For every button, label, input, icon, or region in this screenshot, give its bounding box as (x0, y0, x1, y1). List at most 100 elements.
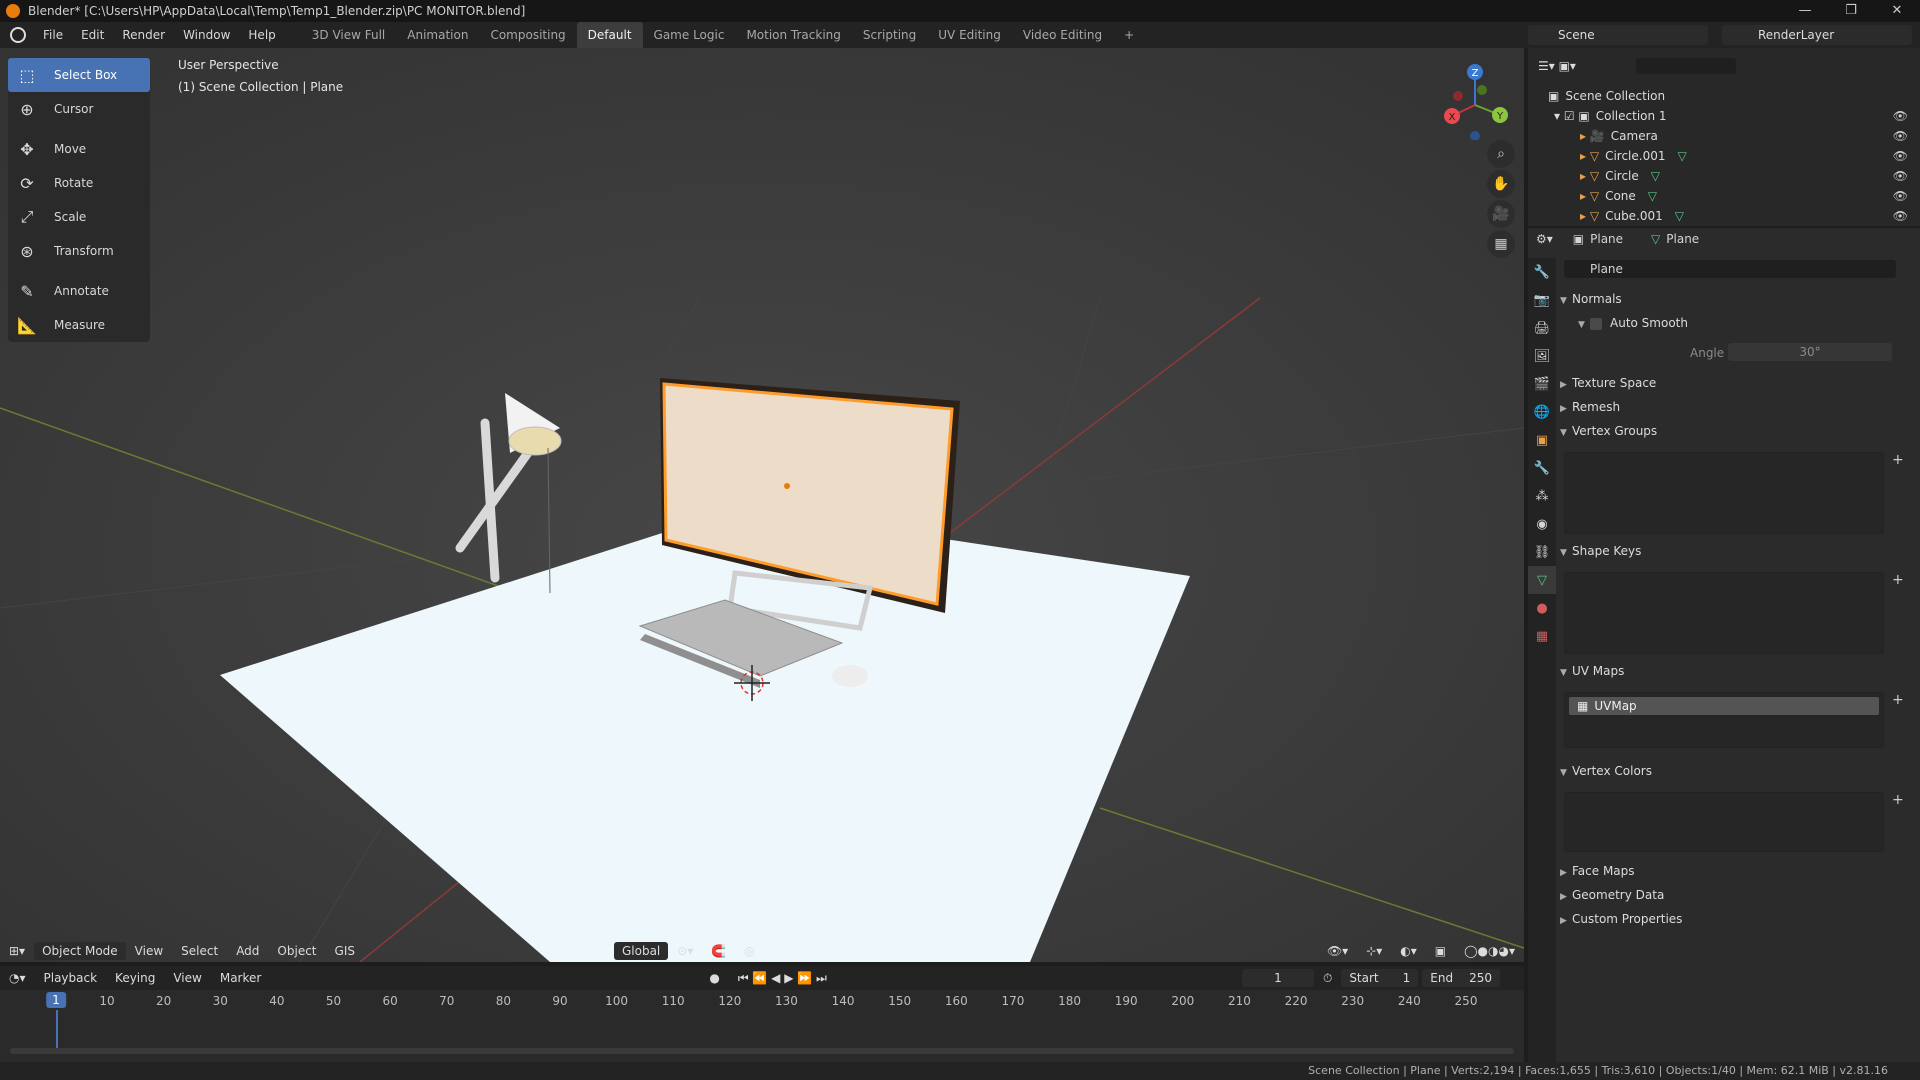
add-shape-key-icon[interactable]: + (1892, 572, 1904, 588)
tab-compositing[interactable]: Compositing (479, 22, 576, 48)
tool-move[interactable]: ✥ Move (8, 132, 150, 166)
eye-icon[interactable]: 👁 (1893, 189, 1908, 203)
record-icon[interactable]: ● (700, 971, 728, 985)
section-texture-space[interactable]: ▶ Texture Space (1560, 376, 1656, 390)
menu-file[interactable]: File (34, 22, 72, 48)
vertex-colors-list[interactable] (1564, 792, 1884, 852)
tab-video-editing[interactable]: Video Editing (1012, 22, 1113, 48)
timeline-editor-icon[interactable]: ◔▾ (0, 971, 35, 985)
proportional-edit-icon[interactable]: ◎ (735, 944, 763, 958)
outliner-collection-1[interactable]: ▾ ☑ ▣ Collection 1 👁 (1528, 106, 1920, 126)
modifier-tab-icon[interactable]: 🔧 (1528, 454, 1556, 482)
pan-hand-icon[interactable]: ✋ (1487, 170, 1515, 198)
tool-rotate[interactable]: ⟳ Rotate (8, 166, 150, 200)
mode-selector[interactable]: Object Mode (34, 942, 126, 960)
section-shape-keys[interactable]: ▼ Shape Keys (1560, 544, 1641, 558)
material-tab-icon[interactable]: ● (1528, 594, 1556, 622)
blender-menu-icon[interactable] (10, 27, 26, 43)
frame-ruler[interactable]: 1 10 20 30 40 50 60 70 80 90 100 110 120 130 140 150 160… (0, 990, 1524, 1014)
tool-annotate[interactable]: ✎ Annotate (8, 274, 150, 308)
section-custom-properties[interactable]: ▶ Custom Properties (1560, 912, 1682, 926)
expand-icon[interactable]: ▾ ☑ ▣ (1554, 109, 1590, 123)
section-vertex-groups[interactable]: ▼ Vertex Groups (1560, 424, 1657, 438)
section-normals[interactable]: ▼ Normals (1560, 292, 1622, 306)
scene-selector[interactable]: Scene (1528, 25, 1708, 45)
snap-icon[interactable]: 🧲 (702, 944, 735, 958)
maximize-button[interactable]: ❐ (1828, 0, 1874, 22)
uv-maps-list[interactable]: ▦ UVMap (1564, 692, 1884, 748)
tab-default[interactable]: Default (576, 22, 643, 48)
section-geometry-data[interactable]: ▶ Geometry Data (1560, 888, 1664, 902)
menu-gis[interactable]: GIS (326, 944, 364, 958)
render-layer-selector[interactable]: RenderLayer (1722, 25, 1912, 45)
editor-type-icon[interactable]: ⊞▾ (0, 944, 34, 958)
tool-scale[interactable]: ⤢ Scale (8, 200, 150, 234)
menu-keying[interactable]: Keying (106, 971, 164, 985)
texture-tab-icon[interactable]: ▦ (1528, 622, 1556, 650)
end-frame-field[interactable]: End 250 (1422, 969, 1500, 987)
menu-window[interactable]: Window (174, 22, 239, 48)
current-frame-field[interactable]: 1 (1241, 969, 1314, 987)
add-uv-map-icon[interactable]: + (1892, 692, 1904, 708)
menu-select[interactable]: Select (172, 944, 227, 958)
menu-help[interactable]: Help (239, 22, 284, 48)
eye-icon[interactable]: 👁 (1893, 109, 1908, 123)
section-face-maps[interactable]: ▶ Face Maps (1560, 864, 1635, 878)
outliner[interactable]: ☰▾ ▣▾ ▣ Scene Collection ▾ ☑ ▣ Collectio… (1528, 48, 1920, 226)
outliner-filter-icon[interactable]: ☰▾ ▣▾ (1538, 59, 1576, 73)
camera-view-icon[interactable]: 🎥 (1487, 200, 1515, 228)
menu-render[interactable]: Render (113, 22, 174, 48)
outliner-item-cone[interactable]: ▸ ▽ Cone ▽ 👁 (1528, 186, 1920, 206)
outliner-item-camera[interactable]: ▸ 🎥 Camera 👁 (1528, 126, 1920, 146)
tool-tab-icon[interactable]: 🔧 (1528, 258, 1556, 286)
constraints-tab-icon[interactable]: ⛓ (1528, 538, 1556, 566)
tab-3d-view-full[interactable]: 3D View Full (301, 22, 397, 48)
physics-tab-icon[interactable]: ◉ (1528, 510, 1556, 538)
tab-scripting[interactable]: Scripting (852, 22, 927, 48)
close-button[interactable]: ✕ (1874, 0, 1920, 22)
tool-measure[interactable]: 📐 Measure (8, 308, 150, 342)
add-vertex-color-icon[interactable]: + (1892, 792, 1904, 808)
outliner-item-circle[interactable]: ▸ ▽ Circle ▽ 👁 (1528, 166, 1920, 186)
add-workspace-button[interactable]: + (1113, 22, 1145, 48)
data-tab-icon[interactable]: ▽ (1528, 566, 1556, 594)
object-tab-icon[interactable]: ▣ (1528, 426, 1556, 454)
outliner-scene-collection[interactable]: ▣ Scene Collection (1528, 86, 1920, 106)
tool-cursor[interactable]: ⊕ Cursor (8, 92, 150, 126)
section-remesh[interactable]: ▶ Remesh (1560, 400, 1620, 414)
vertex-groups-list[interactable] (1564, 452, 1884, 534)
zoom-icon[interactable]: ⌕ (1487, 140, 1515, 168)
playback-controls-icon[interactable]: ⏮ ⏪ ◀ ▶ ⏩ ⏭ (729, 971, 836, 986)
shape-keys-list[interactable] (1564, 572, 1884, 654)
gizmo-toggle-icon[interactable]: ⊹▾ (1357, 944, 1391, 958)
visibility-icon[interactable]: 👁▾ (1318, 944, 1357, 958)
shading-modes-icon[interactable]: ◯●◑◕▾ (1455, 944, 1524, 958)
properties-editor-icon[interactable]: ⚙▾ (1536, 232, 1553, 246)
menu-playback[interactable]: Playback (35, 971, 107, 985)
menu-object[interactable]: Object (268, 944, 325, 958)
menu-timeline-view[interactable]: View (164, 971, 210, 985)
section-uv-maps[interactable]: ▼ UV Maps (1560, 664, 1624, 678)
eye-icon[interactable]: 👁 (1893, 169, 1908, 183)
tab-game-logic[interactable]: Game Logic (643, 22, 736, 48)
render-tab-icon[interactable]: 📷 (1528, 286, 1556, 314)
start-frame-field[interactable]: Start 1 (1341, 969, 1419, 987)
transform-orientation-selector[interactable]: Global (613, 942, 669, 960)
uv-map-item[interactable]: ▦ UVMap (1569, 697, 1879, 715)
view-layer-tab-icon[interactable]: 🖼 (1528, 342, 1556, 370)
3d-viewport[interactable]: Z Y X ⌕ ✋ 🎥 ▦ (0, 48, 1524, 962)
menu-view[interactable]: View (126, 944, 172, 958)
tool-transform[interactable]: ⊛ Transform (8, 234, 150, 268)
eye-icon[interactable]: 👁 (1893, 149, 1908, 163)
output-tab-icon[interactable]: 🖨 (1528, 314, 1556, 342)
minimize-button[interactable]: — (1782, 0, 1828, 22)
timeline-area[interactable]: 1 10 20 30 40 50 60 70 80 90 100 110 120 130 140 150 160… (0, 990, 1524, 1062)
outliner-search-input[interactable] (1635, 58, 1736, 74)
outliner-item-cube-001[interactable]: ▸ ▽ Cube.001 ▽ 👁 (1528, 206, 1920, 226)
section-vertex-colors[interactable]: ▼ Vertex Colors (1560, 764, 1652, 778)
angle-field[interactable]: 30° (1728, 343, 1892, 361)
menu-edit[interactable]: Edit (72, 22, 113, 48)
add-vertex-group-icon[interactable]: + (1892, 452, 1904, 468)
menu-add[interactable]: Add (227, 944, 268, 958)
scene-tab-icon[interactable]: 🎬 (1528, 370, 1556, 398)
